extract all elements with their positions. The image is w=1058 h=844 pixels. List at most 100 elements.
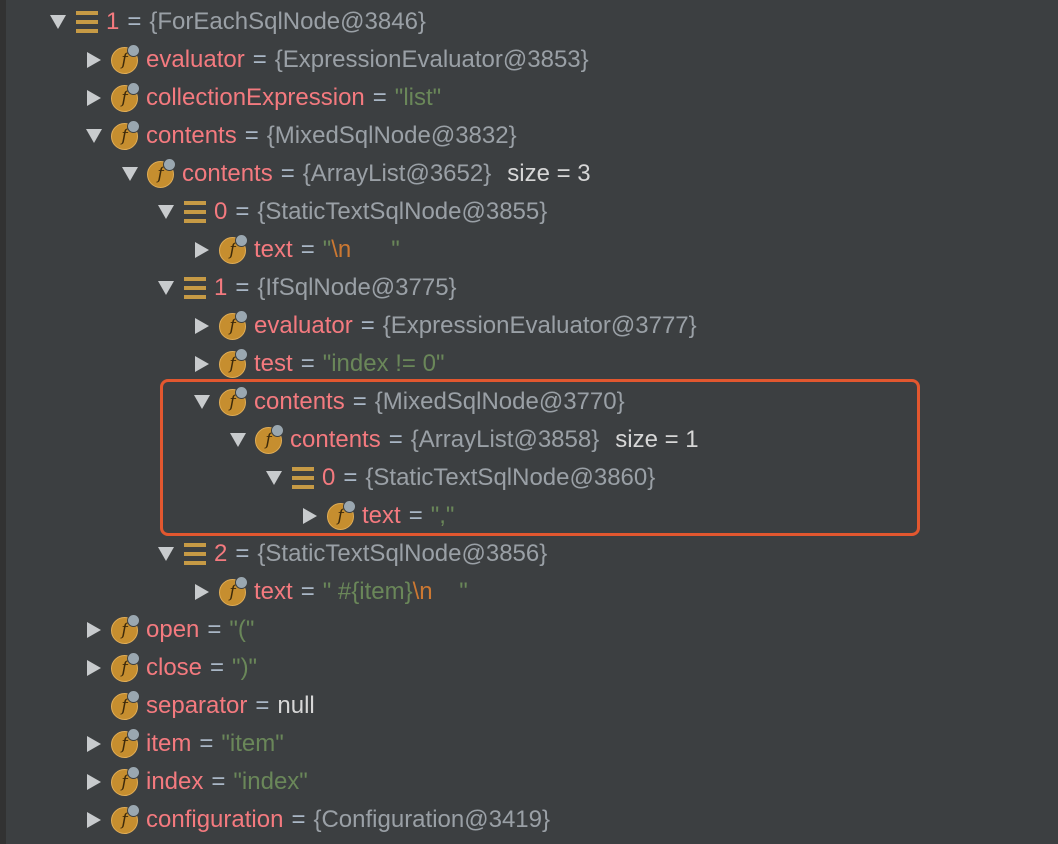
variable-name: contents: [182, 160, 273, 187]
equals-sign: =: [211, 768, 226, 795]
array-element-icon: [184, 543, 206, 565]
field-badge-icon: [235, 576, 248, 589]
variable-name: 1: [106, 8, 120, 35]
tree-row[interactable]: 0 = {StaticTextSqlNode@3860}: [0, 459, 1058, 497]
tree-row[interactable]: f open = "(": [0, 611, 1058, 649]
field-icon: f: [218, 234, 248, 265]
tree-row[interactable]: f text = " \n ": [0, 231, 1058, 269]
collapse-arrow-icon[interactable]: [152, 269, 180, 307]
triangle-right-icon: [87, 774, 101, 790]
expand-arrow-icon[interactable]: [80, 649, 108, 687]
field-badge-icon: [271, 424, 284, 437]
field-icon: f: [218, 576, 248, 607]
variable-value: {ForEachSqlNode@3846}: [149, 8, 426, 35]
collapse-arrow-icon[interactable]: [260, 459, 288, 497]
variable-name: test: [254, 350, 293, 377]
array-element-icon: [76, 11, 98, 33]
collapse-arrow-icon[interactable]: [116, 155, 144, 193]
variable-name: index: [146, 768, 204, 795]
tree-row[interactable]: f item = "item": [0, 725, 1058, 763]
variable-value: "list": [394, 84, 442, 111]
variable-name: 0: [214, 198, 228, 225]
triangle-down-icon: [50, 15, 66, 29]
field-icon: f: [110, 766, 140, 797]
tree-row[interactable]: 2 = {StaticTextSqlNode@3856}: [0, 535, 1058, 573]
equals-sign: =: [360, 312, 375, 339]
variable-value: {IfSqlNode@3775}: [257, 274, 457, 301]
equals-sign: =: [408, 502, 423, 529]
equals-sign: =: [280, 160, 295, 187]
collapse-arrow-icon[interactable]: [152, 535, 180, 573]
debugger-variables-tree: 1 = {ForEachSqlNode@3846} f evaluator = {Expre…: [0, 0, 1058, 844]
tree-row[interactable]: f test = "index != 0": [0, 345, 1058, 383]
array-icon-bar: [76, 11, 98, 15]
tree-row[interactable]: f evaluator = {ExpressionEvaluator@3777}: [0, 307, 1058, 345]
tree-row[interactable]: f contents = {MixedSqlNode@3832}: [0, 117, 1058, 155]
triangle-down-icon: [230, 433, 246, 447]
triangle-right-icon: [195, 356, 209, 372]
equals-sign: =: [235, 274, 250, 301]
variable-value: {ArrayList@3858}: [410, 426, 600, 453]
variable-value: "item": [221, 730, 284, 757]
field-icon: f: [110, 728, 140, 759]
collapse-arrow-icon[interactable]: [152, 193, 180, 231]
variable-value: null: [277, 692, 315, 719]
variable-value: {StaticTextSqlNode@3856}: [257, 540, 548, 567]
tree-row[interactable]: f text = " #{item} \n ": [0, 573, 1058, 611]
variable-name: configuration: [146, 806, 284, 833]
tree-row[interactable]: f contents = {MixedSqlNode@3770}: [0, 383, 1058, 421]
equals-sign: =: [372, 84, 387, 111]
tree-row[interactable]: f evaluator = {ExpressionEvaluator@3853}: [0, 41, 1058, 79]
collapse-arrow-icon[interactable]: [188, 383, 216, 421]
collapse-arrow-icon[interactable]: [224, 421, 252, 459]
expand-arrow-icon[interactable]: [80, 763, 108, 801]
expand-arrow-icon[interactable]: [80, 725, 108, 763]
variable-name: contents: [146, 122, 237, 149]
collection-size: size = 3: [507, 160, 591, 187]
tree-row[interactable]: f configuration = {Configuration@3419}: [0, 801, 1058, 839]
escape-sequence: \n: [412, 578, 433, 605]
array-icon-bar: [292, 476, 314, 480]
tree-row[interactable]: f collectionExpression = "list": [0, 79, 1058, 117]
equals-sign: =: [300, 578, 315, 605]
collapse-arrow-icon[interactable]: [44, 3, 72, 41]
array-icon-bar: [184, 543, 206, 547]
array-icon-bar: [184, 210, 206, 214]
equals-sign: =: [207, 616, 222, 643]
triangle-right-icon: [87, 660, 101, 676]
expand-arrow-icon[interactable]: [188, 345, 216, 383]
field-badge-icon: [235, 234, 248, 247]
field-badge-icon: [127, 766, 140, 779]
triangle-right-icon: [87, 52, 101, 68]
collapse-arrow-icon[interactable]: [80, 117, 108, 155]
expand-arrow-icon[interactable]: [296, 497, 324, 535]
expand-arrow-icon[interactable]: [80, 611, 108, 649]
field-badge-icon: [163, 158, 176, 171]
triangle-right-icon: [195, 318, 209, 334]
tree-row[interactable]: f text = ",": [0, 497, 1058, 535]
equals-sign: =: [244, 122, 259, 149]
tree-row[interactable]: 1 = {IfSqlNode@3775}: [0, 269, 1058, 307]
tree-row[interactable]: f contents = {ArrayList@3652} size = 3: [0, 155, 1058, 193]
expand-arrow-icon[interactable]: [188, 231, 216, 269]
tree-row[interactable]: 0 = {StaticTextSqlNode@3855}: [0, 193, 1058, 231]
tree-row[interactable]: f separator = null: [0, 687, 1058, 725]
tree-row[interactable]: f close = ")": [0, 649, 1058, 687]
variable-name: item: [146, 730, 192, 757]
expand-arrow-icon[interactable]: [80, 41, 108, 79]
tree-row[interactable]: f index = "index": [0, 763, 1058, 801]
equals-sign: =: [199, 730, 214, 757]
expand-arrow-icon[interactable]: [80, 801, 108, 839]
equals-sign: =: [210, 654, 225, 681]
expand-arrow-icon[interactable]: [188, 573, 216, 611]
expand-arrow-icon[interactable]: [80, 79, 108, 117]
equals-sign: =: [388, 426, 403, 453]
expand-arrow-icon[interactable]: [188, 307, 216, 345]
variable-value: {Configuration@3419}: [313, 806, 550, 833]
tree-row[interactable]: f contents = {ArrayList@3858} size = 1: [0, 421, 1058, 459]
variable-value: ",": [430, 502, 455, 529]
variable-value-tail: ": [351, 236, 400, 263]
field-icon: f: [110, 652, 140, 683]
tree-row[interactable]: 1 = {ForEachSqlNode@3846}: [0, 3, 1058, 41]
